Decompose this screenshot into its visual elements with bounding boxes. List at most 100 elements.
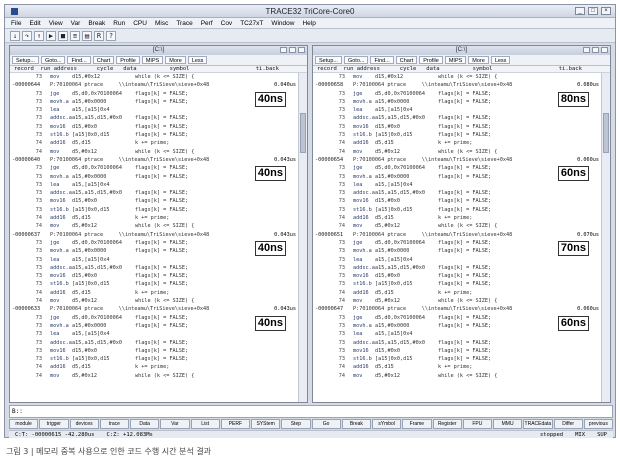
- pane-maximize-button[interactable]: [592, 47, 599, 53]
- menu-item[interactable]: Window: [271, 18, 294, 28]
- maximize-button[interactable]: □: [588, 7, 598, 15]
- list-icon[interactable]: ≡: [70, 31, 80, 41]
- minimize-button[interactable]: _: [575, 7, 585, 15]
- operands: d5,d0,0x70100064: [72, 90, 122, 97]
- break-icon[interactable]: ■: [58, 31, 68, 41]
- code-line: 74 mov d5,#0x12 while (k <= SIZE) {: [313, 297, 601, 305]
- trace-record-line[interactable]: -00000651 P:70100064 ptrace \\inteamu\Tri…: [313, 231, 601, 239]
- scroll-thumb[interactable]: [300, 113, 306, 153]
- softkey-button[interactable]: List: [190, 419, 220, 429]
- pane-tool-button[interactable]: Find...: [370, 56, 394, 64]
- softkey-button[interactable]: Frame: [402, 419, 432, 429]
- line-number: 74: [35, 148, 42, 155]
- menu-item[interactable]: Edit: [29, 18, 40, 28]
- code-line: 74 add16 d5,d15 k += prime;: [10, 139, 298, 147]
- softkey-button[interactable]: SYStem: [251, 419, 281, 429]
- menu-item[interactable]: CPU: [133, 18, 147, 28]
- pane-tool-button[interactable]: MIPS: [444, 56, 467, 64]
- softkey-button[interactable]: MMU: [493, 419, 523, 429]
- opcode: jge: [50, 90, 60, 97]
- softkey-button[interactable]: devices: [69, 419, 99, 429]
- menu-item[interactable]: Break: [88, 18, 105, 28]
- close-button[interactable]: ×: [601, 7, 611, 15]
- pane-maximize-button[interactable]: [289, 47, 296, 53]
- pane-tool-button[interactable]: Goto...: [343, 56, 369, 64]
- softkey-button[interactable]: TRACEdata: [523, 419, 553, 429]
- trace-record-line[interactable]: -00000644 P:70100064 ptrace \\inteamu\Tri…: [10, 81, 298, 89]
- go-icon[interactable]: ▶: [46, 31, 56, 41]
- softkey-button[interactable]: Data: [130, 419, 160, 429]
- softkey-button[interactable]: FPU: [462, 419, 492, 429]
- over-icon[interactable]: ↷: [22, 31, 32, 41]
- softkey-button[interactable]: Go: [311, 419, 341, 429]
- opcode: add16: [353, 289, 369, 296]
- softkey-button[interactable]: Var: [160, 419, 190, 429]
- trace-record-line[interactable]: -00000633 P:70100064 ptrace \\inteamu\Tri…: [10, 305, 298, 313]
- source-comment: flags[k] = FALSE;: [135, 248, 189, 255]
- return-icon[interactable]: ↑: [34, 31, 44, 41]
- pane-tool-button[interactable]: Find...: [67, 56, 91, 64]
- vertical-scrollbar[interactable]: [601, 73, 610, 402]
- trace-pane-left: [C:\] Setup... Goto... Find... Chart Profile M…: [9, 45, 308, 403]
- menu-item[interactable]: Cov: [221, 18, 233, 28]
- operands: a15,[a15]0x4: [72, 107, 110, 114]
- softkey-button[interactable]: trigger: [39, 419, 69, 429]
- softkey-button[interactable]: previous: [583, 419, 613, 429]
- operands: [a15]0x0,d15: [72, 206, 110, 213]
- menu-item[interactable]: Misc: [155, 18, 168, 28]
- pane-close-button[interactable]: [601, 47, 608, 53]
- scroll-thumb[interactable]: [603, 113, 609, 153]
- pane-close-button[interactable]: [298, 47, 305, 53]
- trace-record-line[interactable]: -00000654 P:70100064 ptrace \\inteamu\Tri…: [313, 156, 601, 164]
- line-number: 73: [35, 190, 42, 197]
- pane-minimize-button[interactable]: [280, 47, 287, 53]
- pane-tool-button[interactable]: Setup...: [12, 56, 39, 64]
- vertical-scrollbar[interactable]: [298, 73, 307, 402]
- menu-item[interactable]: View: [49, 18, 63, 28]
- menu-item[interactable]: Var: [71, 18, 81, 28]
- pane-tool-button[interactable]: More: [165, 56, 186, 64]
- pane-tool-button[interactable]: Chart: [395, 56, 418, 64]
- pane-tool-button[interactable]: MIPS: [141, 56, 164, 64]
- trace-record-line[interactable]: -00000647 P:70100064 ptrace \\inteamu\Tri…: [313, 305, 601, 313]
- trace-record-line[interactable]: -00000637 P:70100064 ptrace \\inteamu\Tri…: [10, 231, 298, 239]
- softkey-button[interactable]: trace: [99, 419, 129, 429]
- pane-tool-button[interactable]: Profile: [116, 56, 140, 64]
- line-number: 74: [35, 289, 42, 296]
- menu-item[interactable]: Help: [302, 18, 315, 28]
- register-icon[interactable]: R: [94, 31, 104, 41]
- pane-tool-button[interactable]: More: [468, 56, 489, 64]
- softkey-button[interactable]: Break: [341, 419, 371, 429]
- pane-tool-button[interactable]: Goto...: [40, 56, 66, 64]
- pane-tool-button[interactable]: Profile: [419, 56, 443, 64]
- command-line[interactable]: B::: [9, 405, 613, 418]
- pane-tool-button[interactable]: Less: [187, 56, 208, 64]
- trace-record-line[interactable]: -00000658 P:70100064 ptrace \\inteamu\Tri…: [313, 81, 601, 89]
- menu-item[interactable]: Trace: [176, 18, 192, 28]
- softkey-button[interactable]: Differ: [553, 419, 583, 429]
- time-back: 0.043us: [274, 231, 296, 238]
- trace-record-line[interactable]: -00000640 P:70100064 ptrace \\inteamu\Tri…: [10, 156, 298, 164]
- opcode: addsc.a: [50, 115, 72, 122]
- menu-item[interactable]: Perf: [201, 18, 213, 28]
- pane-tool-button[interactable]: Chart: [92, 56, 115, 64]
- softkey-button[interactable]: module: [9, 419, 39, 429]
- pane-minimize-button[interactable]: [583, 47, 590, 53]
- memory-icon[interactable]: ▤: [82, 31, 92, 41]
- code-line: 73 mov16 d15,#0x0 flags[k] = FALSE;: [10, 123, 298, 131]
- softkey-button[interactable]: PERF: [220, 419, 250, 429]
- softkey-button[interactable]: Step: [281, 419, 311, 429]
- menu-item[interactable]: Run: [113, 18, 125, 28]
- menu-item[interactable]: TC27xT: [240, 18, 263, 28]
- softkey-button[interactable]: Register: [432, 419, 462, 429]
- menu-item[interactable]: File: [11, 18, 21, 28]
- pane-tool-button[interactable]: Setup...: [315, 56, 342, 64]
- softkey-button[interactable]: sYmbol: [372, 419, 402, 429]
- step-icon[interactable]: ↓: [10, 31, 20, 41]
- help-icon[interactable]: ?: [106, 31, 116, 41]
- trace-panes: [C:\] Setup... Goto... Find... Chart Profile M…: [9, 45, 613, 403]
- source-comment: flags[k] = FALSE;: [135, 190, 189, 197]
- line-number: 73: [338, 190, 345, 197]
- source-comment: flags[k] = FALSE;: [438, 190, 492, 197]
- pane-tool-button[interactable]: Less: [490, 56, 511, 64]
